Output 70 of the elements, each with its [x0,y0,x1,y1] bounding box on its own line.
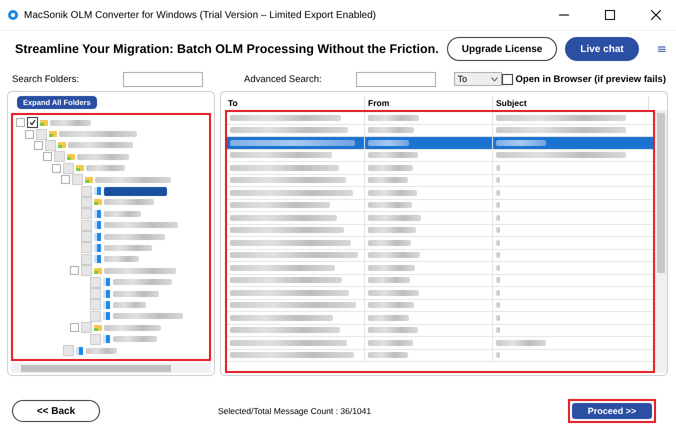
open-in-browser-checkbox[interactable] [502,74,513,84]
message-row[interactable] [227,200,653,212]
blurred-text [368,240,411,246]
message-row[interactable] [227,287,653,300]
blurred-text [368,164,413,171]
horizontal-scrollbar[interactable] [11,363,211,373]
message-row[interactable] [227,150,653,162]
blurred-text [368,290,419,296]
blurred-text [368,177,408,184]
message-row[interactable] [227,237,653,250]
page-heading: Streamline Your Migration: Batch OLM Processing Without the Friction. [15,42,439,56]
window-title: MacSonik OLM Converter for Windows (Trial Version – Limited Export Enabled) [24,10,377,20]
blurred-text [368,314,409,321]
app-logo-icon [8,10,18,20]
message-row[interactable] [227,350,653,362]
blurred-text [496,352,500,358]
checkbox[interactable] [27,117,38,128]
message-row[interactable] [227,137,653,150]
vertical-scrollbar[interactable] [655,110,667,373]
collapse-icon[interactable] [70,266,79,276]
message-count: Selected/Total Message Count : 36/1041 [218,406,372,416]
column-header[interactable]: Subject [493,96,649,110]
search-folders-label: Search Folders: [12,74,80,84]
advanced-search-label: Advanced Search: [244,74,322,84]
blurred-text [368,114,419,121]
blurred-folder-name[interactable] [104,186,167,196]
message-row[interactable] [227,337,653,350]
message-row[interactable] [227,224,653,237]
blurred-text [496,340,546,346]
message-row[interactable] [227,174,653,187]
live-chat-button[interactable]: Live chat [565,37,639,61]
message-row[interactable] [227,250,653,262]
message-row[interactable] [227,324,653,337]
blurred-text [368,327,418,334]
column-header[interactable]: From [365,96,493,110]
search-field-dropdown[interactable]: To [454,72,502,86]
message-row[interactable] [227,300,653,312]
message-row[interactable] [227,312,653,324]
blurred-text [368,202,412,208]
blurred-text [368,227,416,234]
column-header[interactable]: To [225,96,365,110]
search-folders-field[interactable] [123,72,204,86]
upgrade-license-button[interactable]: Upgrade License [446,37,558,61]
message-row[interactable] [227,212,653,224]
maximize-button[interactable] [605,10,615,20]
message-row[interactable] [227,274,653,287]
blurred-text [368,214,421,221]
close-button[interactable] [651,10,661,20]
collapse-icon[interactable] [70,323,79,332]
caret-icon [490,76,498,82]
advanced-search-field[interactable] [356,72,436,86]
blurred-text [368,190,417,196]
blurred-text [368,252,420,258]
proceed-button[interactable]: Proceed >> [572,403,652,419]
open-in-browser-label: Open in Browser (if preview fails) [516,74,666,84]
blurred-text [368,340,413,346]
blurred-text [496,140,546,146]
blurred-text [368,140,409,146]
back-button[interactable]: << Back [12,400,100,422]
blurred-text [368,352,408,358]
blurred-text [368,264,415,271]
blurred-text [368,277,410,284]
blurred-text [368,302,414,308]
message-row[interactable] [227,187,653,200]
blurred-text [368,152,418,158]
message-row[interactable] [227,112,653,124]
message-row[interactable] [227,262,653,274]
menu-button[interactable]: ≡ [656,42,667,56]
blurred-text [368,127,414,134]
message-row[interactable] [227,162,653,174]
